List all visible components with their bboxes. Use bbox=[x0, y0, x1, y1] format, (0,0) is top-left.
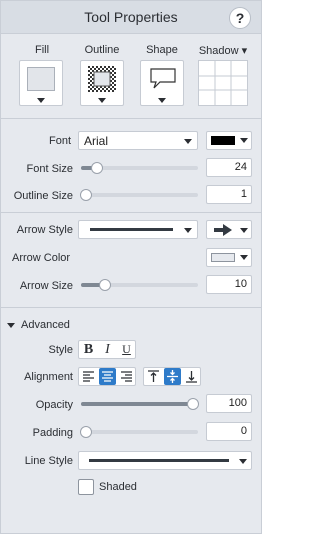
font-size-input[interactable]: 24 bbox=[206, 158, 252, 177]
fill-button[interactable] bbox=[19, 60, 63, 106]
font-size-label: Font Size bbox=[26, 163, 73, 175]
padding-label: Padding bbox=[32, 427, 73, 439]
padding-input[interactable]: 0 bbox=[206, 422, 252, 441]
align-middle-icon bbox=[167, 370, 178, 383]
font-size-slider-thumb[interactable] bbox=[91, 162, 103, 174]
shaded-checkbox[interactable] bbox=[78, 479, 94, 495]
shadow-direction-grid[interactable] bbox=[198, 60, 248, 106]
line-style-preview-icon bbox=[89, 459, 229, 462]
arrow-size-label: Arrow Size bbox=[19, 280, 73, 292]
text-style-group: B I U bbox=[78, 340, 136, 359]
shaded-label: Shaded bbox=[99, 481, 137, 493]
chevron-down-icon bbox=[239, 459, 247, 464]
outline-tab-label: Outline bbox=[84, 44, 120, 56]
align-top-icon bbox=[148, 370, 159, 382]
chevron-down-icon bbox=[240, 228, 248, 233]
outline-swatch-icon bbox=[88, 66, 116, 92]
arrow-line-style-dropdown[interactable] bbox=[78, 220, 198, 239]
divider bbox=[1, 118, 261, 119]
help-button[interactable]: ? bbox=[229, 7, 251, 29]
underline-button[interactable]: U bbox=[118, 341, 135, 358]
font-value: Arial bbox=[84, 134, 109, 148]
shape-dropdown-arrow-icon bbox=[158, 98, 166, 103]
line-style-preview-icon bbox=[90, 228, 173, 231]
padding-slider-thumb[interactable] bbox=[80, 426, 92, 438]
divider bbox=[1, 212, 261, 213]
align-right-button[interactable] bbox=[118, 368, 135, 385]
arrow-color-picker[interactable] bbox=[206, 248, 252, 267]
opacity-slider-thumb[interactable] bbox=[187, 398, 199, 410]
collapse-triangle-icon[interactable] bbox=[7, 323, 15, 328]
outline-size-slider-thumb[interactable] bbox=[80, 189, 92, 201]
font-label: Font bbox=[48, 135, 71, 147]
style-label: Style bbox=[48, 344, 73, 356]
align-bottom-icon bbox=[186, 371, 197, 383]
shape-tab-label: Shape bbox=[146, 44, 178, 56]
alignment-label: Alignment bbox=[24, 371, 73, 383]
font-dropdown[interactable]: Arial bbox=[78, 131, 198, 150]
horizontal-align-group bbox=[78, 367, 136, 386]
advanced-section-toggle[interactable]: Advanced bbox=[21, 319, 70, 331]
align-middle-button[interactable] bbox=[164, 368, 181, 385]
chevron-down-icon bbox=[184, 228, 192, 233]
bold-button[interactable]: B bbox=[80, 341, 97, 358]
shadow-grid-icon bbox=[199, 61, 247, 105]
shape-button[interactable] bbox=[140, 60, 184, 106]
fill-tab-label: Fill bbox=[34, 44, 50, 56]
arrow-size-slider-thumb[interactable] bbox=[99, 279, 111, 291]
font-color-swatch bbox=[211, 136, 235, 145]
callout-shape-icon bbox=[150, 68, 176, 89]
chevron-down-icon bbox=[240, 138, 248, 143]
arrow-right-icon bbox=[214, 224, 232, 236]
align-top-button[interactable] bbox=[145, 368, 162, 385]
outline-size-input[interactable]: 1 bbox=[206, 185, 252, 204]
arrow-size-input[interactable]: 10 bbox=[206, 275, 252, 294]
arrow-style-label: Arrow Style bbox=[16, 224, 73, 236]
fill-dropdown-arrow-icon bbox=[37, 98, 45, 103]
line-style-label: Line Style bbox=[24, 455, 73, 467]
font-color-picker[interactable] bbox=[206, 131, 252, 150]
font-size-slider[interactable] bbox=[81, 162, 198, 174]
align-left-button[interactable] bbox=[80, 368, 97, 385]
line-style-dropdown[interactable] bbox=[78, 451, 252, 470]
vertical-align-group bbox=[143, 367, 201, 386]
align-left-icon bbox=[83, 371, 94, 382]
outline-dropdown-arrow-icon bbox=[98, 98, 106, 103]
outline-size-label: Outline Size bbox=[13, 190, 73, 202]
align-center-button[interactable] bbox=[99, 368, 116, 385]
arrow-color-swatch bbox=[211, 253, 235, 262]
opacity-slider[interactable] bbox=[81, 398, 199, 410]
align-bottom-button[interactable] bbox=[183, 368, 200, 385]
padding-slider[interactable] bbox=[80, 426, 198, 438]
align-right-icon bbox=[121, 371, 132, 382]
italic-button[interactable]: I bbox=[99, 341, 116, 358]
chevron-down-icon bbox=[184, 139, 192, 144]
arrow-color-label: Arrow Color bbox=[12, 252, 71, 264]
divider bbox=[1, 307, 261, 308]
arrow-head-dropdown[interactable] bbox=[206, 220, 252, 239]
outline-size-slider[interactable] bbox=[80, 189, 198, 201]
opacity-input[interactable]: 100 bbox=[206, 394, 252, 413]
tool-properties-panel: Tool Properties ? Fill Outline Shape Sha… bbox=[0, 0, 262, 534]
opacity-slider-fill bbox=[81, 402, 193, 406]
chevron-down-icon bbox=[240, 255, 248, 260]
panel-title: Tool Properties bbox=[84, 9, 178, 25]
align-center-icon bbox=[102, 371, 113, 382]
panel-header: Tool Properties ? bbox=[1, 1, 261, 34]
fill-swatch-icon bbox=[27, 67, 55, 91]
outline-button[interactable] bbox=[80, 60, 124, 106]
shadow-tab-label[interactable]: Shadow ▾ bbox=[194, 44, 252, 57]
opacity-label: Opacity bbox=[35, 399, 73, 411]
arrow-size-slider[interactable] bbox=[81, 279, 198, 291]
